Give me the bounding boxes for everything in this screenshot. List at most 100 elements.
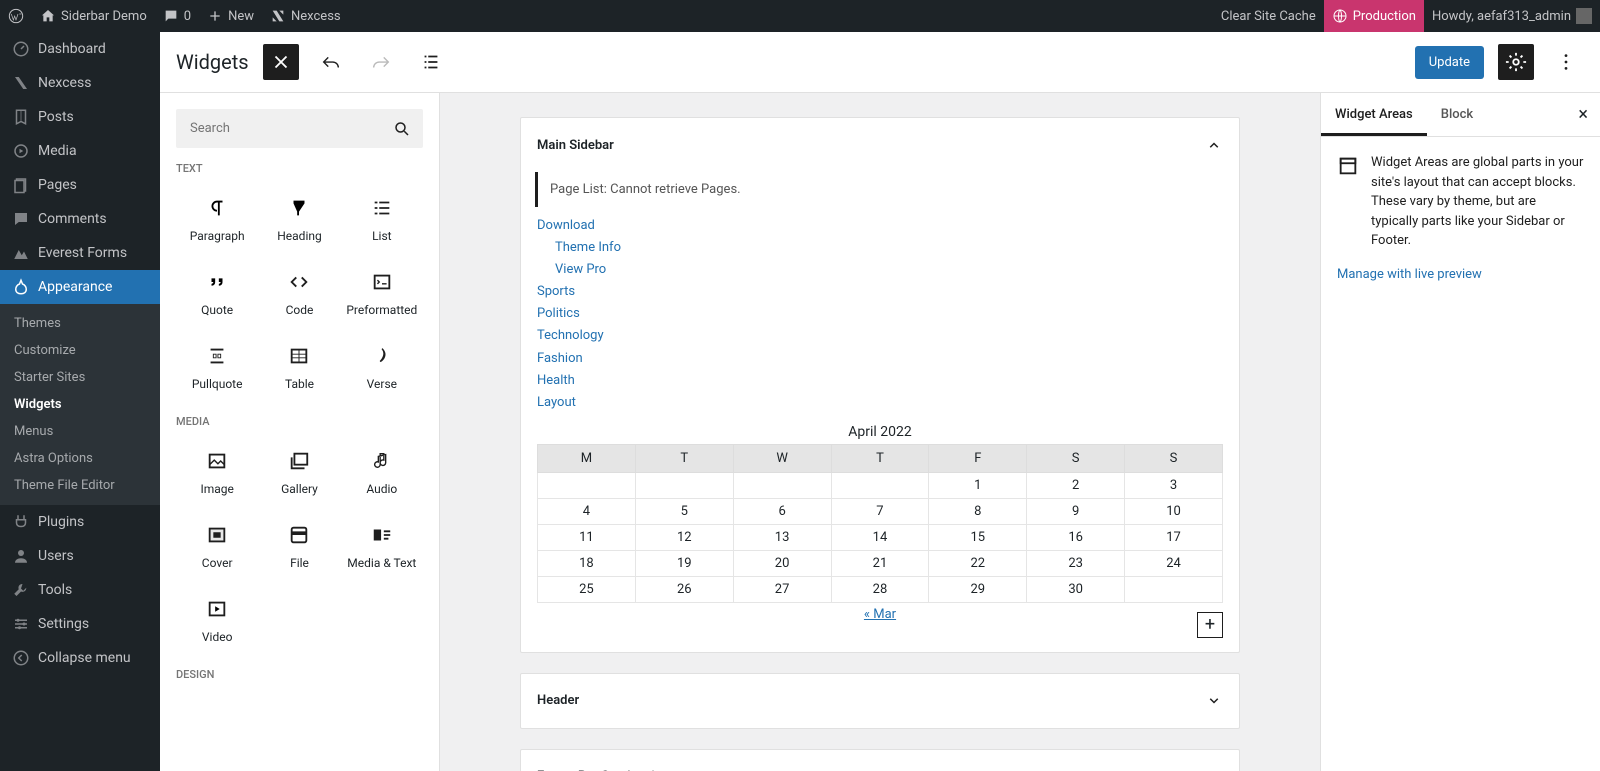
calendar-day-header: F bbox=[929, 444, 1027, 472]
calendar-day-header: T bbox=[831, 444, 929, 472]
undo-button[interactable] bbox=[313, 44, 349, 80]
calendar-cell: 29 bbox=[929, 576, 1027, 602]
link-view-pro[interactable]: View Pro bbox=[555, 262, 606, 277]
page-title: Widgets bbox=[176, 50, 249, 74]
block-image[interactable]: Image bbox=[176, 436, 258, 510]
nav-appearance[interactable]: Appearance bbox=[0, 270, 160, 304]
clear-cache[interactable]: Clear Site Cache bbox=[1213, 0, 1324, 32]
calendar-day-header: T bbox=[635, 444, 733, 472]
widget-canvas: Main Sidebar Page List: Cannot retrieve … bbox=[440, 93, 1320, 771]
calendar-cell: 10 bbox=[1125, 498, 1223, 524]
link-download[interactable]: Download bbox=[537, 218, 595, 233]
block-cover[interactable]: Cover bbox=[176, 510, 258, 584]
sub-menus[interactable]: Menus bbox=[0, 418, 160, 445]
settings-button[interactable] bbox=[1498, 44, 1534, 80]
block-list[interactable]: List bbox=[341, 183, 423, 257]
comments-count[interactable]: 0 bbox=[155, 0, 199, 32]
nav-comments[interactable]: Comments bbox=[0, 202, 160, 236]
calendar-cell: 2 bbox=[1027, 472, 1125, 498]
block-preformatted[interactable]: Preformatted bbox=[341, 257, 423, 331]
search-input[interactable] bbox=[176, 109, 423, 148]
calendar-cell: 8 bbox=[929, 498, 1027, 524]
admin-bar: Siderbar Demo 0 New Nexcess Clear Site C… bbox=[0, 0, 1600, 32]
calendar-cell: 15 bbox=[929, 524, 1027, 550]
close-settings-button[interactable]: × bbox=[1566, 104, 1600, 125]
nav-settings[interactable]: Settings bbox=[0, 607, 160, 641]
nav-users[interactable]: Users bbox=[0, 539, 160, 573]
nav-plugins[interactable]: Plugins bbox=[0, 505, 160, 539]
nav-nexcess[interactable]: Nexcess bbox=[0, 66, 160, 100]
link-sports[interactable]: Sports bbox=[537, 284, 575, 299]
nav-posts[interactable]: Posts bbox=[0, 100, 160, 134]
block-gallery[interactable]: Gallery bbox=[258, 436, 340, 510]
calendar-caption: April 2022 bbox=[537, 420, 1223, 444]
block-pullquote[interactable]: Pullquote bbox=[176, 331, 258, 405]
nav-collapse[interactable]: Collapse menu bbox=[0, 641, 160, 675]
howdy-user[interactable]: Howdy, aefaf313_admin bbox=[1424, 0, 1600, 32]
live-preview-link[interactable]: Manage with live preview bbox=[1337, 267, 1482, 282]
block-audio[interactable]: Audio bbox=[341, 436, 423, 510]
list-view-button[interactable] bbox=[413, 44, 449, 80]
area-header[interactable]: Main Sidebar bbox=[521, 118, 1239, 172]
block-heading[interactable]: Heading bbox=[258, 183, 340, 257]
sub-astra[interactable]: Astra Options bbox=[0, 445, 160, 472]
block-video[interactable]: Video bbox=[176, 584, 258, 658]
block-paragraph[interactable]: Paragraph bbox=[176, 183, 258, 257]
calendar-cell: 1 bbox=[929, 472, 1027, 498]
close-inserter-button[interactable] bbox=[263, 44, 299, 80]
calendar-prev-link[interactable]: « Mar bbox=[864, 607, 896, 622]
link-health[interactable]: Health bbox=[537, 373, 575, 388]
link-politics[interactable]: Politics bbox=[537, 306, 580, 321]
link-theme-info[interactable]: Theme Info bbox=[555, 240, 621, 255]
sub-themes[interactable]: Themes bbox=[0, 310, 160, 337]
options-button[interactable] bbox=[1548, 44, 1584, 80]
calendar-cell bbox=[733, 472, 831, 498]
nexcess-link[interactable]: Nexcess bbox=[262, 0, 349, 32]
block-quote[interactable]: Quote bbox=[176, 257, 258, 331]
add-block-button[interactable]: + bbox=[1197, 612, 1223, 638]
chevron-down-icon bbox=[1205, 692, 1223, 710]
block-media-text[interactable]: Media & Text bbox=[341, 510, 423, 584]
update-button[interactable]: Update bbox=[1415, 46, 1484, 79]
wp-logo[interactable] bbox=[0, 0, 32, 32]
redo-button[interactable] bbox=[363, 44, 399, 80]
new-content[interactable]: New bbox=[199, 0, 262, 32]
nav-dashboard[interactable]: Dashboard bbox=[0, 32, 160, 66]
site-name[interactable]: Siderbar Demo bbox=[32, 0, 155, 32]
sub-starter[interactable]: Starter Sites bbox=[0, 364, 160, 391]
calendar-widget: April 2022 MTWTFSS 123456789101112131415… bbox=[537, 420, 1223, 603]
calendar-cell: 6 bbox=[733, 498, 831, 524]
link-layout[interactable]: Layout bbox=[537, 395, 576, 410]
calendar-cell: 9 bbox=[1027, 498, 1125, 524]
calendar-cell: 23 bbox=[1027, 550, 1125, 576]
block-table[interactable]: Table bbox=[258, 331, 340, 405]
area-header[interactable]: Header bbox=[521, 674, 1239, 728]
page-list-error: Page List: Cannot retrieve Pages. bbox=[535, 172, 1225, 207]
calendar-cell: 16 bbox=[1027, 524, 1125, 550]
production-badge[interactable]: Production bbox=[1324, 0, 1424, 32]
settings-sidebar: Widget Areas Block × Widget Areas are gl… bbox=[1320, 93, 1600, 771]
calendar-cell: 25 bbox=[538, 576, 636, 602]
sub-theme-editor[interactable]: Theme File Editor bbox=[0, 472, 160, 499]
tab-block[interactable]: Block bbox=[1427, 93, 1487, 136]
sub-widgets[interactable]: Widgets bbox=[0, 391, 160, 418]
block-inserter: TEXT Paragraph Heading List Quote Code P… bbox=[160, 93, 440, 771]
calendar-day-header: S bbox=[1027, 444, 1125, 472]
admin-menu: Dashboard Nexcess Posts Media Pages Comm… bbox=[0, 32, 160, 771]
block-code[interactable]: Code bbox=[258, 257, 340, 331]
tab-widget-areas[interactable]: Widget Areas bbox=[1321, 93, 1427, 136]
block-verse[interactable]: Verse bbox=[341, 331, 423, 405]
link-technology[interactable]: Technology bbox=[537, 328, 604, 343]
nav-tools[interactable]: Tools bbox=[0, 573, 160, 607]
chevron-up-icon bbox=[1205, 136, 1223, 154]
nav-everest[interactable]: Everest Forms bbox=[0, 236, 160, 270]
calendar-cell: 18 bbox=[538, 550, 636, 576]
sub-customize[interactable]: Customize bbox=[0, 337, 160, 364]
nav-media[interactable]: Media bbox=[0, 134, 160, 168]
block-file[interactable]: File bbox=[258, 510, 340, 584]
nav-pages[interactable]: Pages bbox=[0, 168, 160, 202]
category-media: MEDIA bbox=[176, 415, 423, 428]
area-header[interactable]: Footer Bar Section 1 bbox=[521, 750, 1239, 771]
nav-links-widget: Download Theme Info View Pro Sports Poli… bbox=[537, 215, 1223, 414]
link-fashion[interactable]: Fashion bbox=[537, 351, 583, 366]
